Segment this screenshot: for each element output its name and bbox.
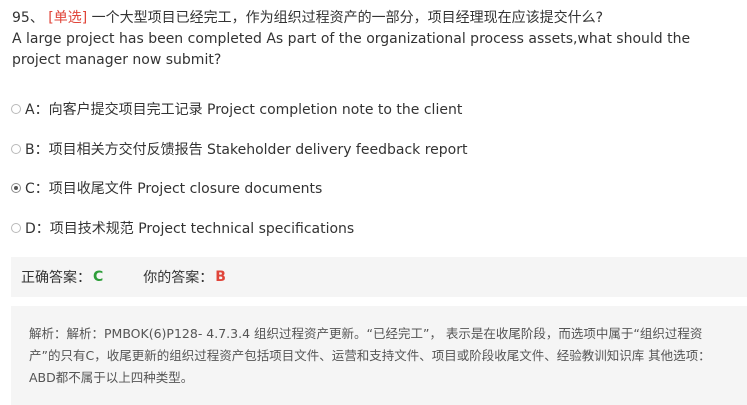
question-text-zh: 一个大型项目已经完工，作为组织过程资产的一部分，项目经理现在应该提交什么?: [91, 10, 604, 26]
options-list: A：向客户提交项目完工记录 Project completion note to…: [11, 98, 731, 256]
your-answer-value: B: [215, 269, 226, 285]
option-b[interactable]: B：项目相关方交付反馈报告 Stakeholder delivery feedb…: [11, 138, 731, 160]
correct-answer-label: 正确答案：: [21, 270, 91, 286]
radio-icon[interactable]: [11, 222, 21, 233]
option-label: C：项目收尾文件 Project closure documents: [25, 181, 323, 197]
question-number: 95、: [12, 10, 44, 26]
question-type-tag: [单选]: [48, 10, 88, 26]
option-c[interactable]: C：项目收尾文件 Project closure documents: [11, 177, 731, 199]
question: 95、 [单选] 一个大型项目已经完工，作为组织过程资产的一部分，项目经理现在应…: [12, 8, 740, 71]
your-answer-label: 你的答案：: [143, 270, 214, 286]
answer-bar: 正确答案： C 你的答案： B: [11, 257, 747, 297]
radio-checked-icon[interactable]: [11, 183, 21, 193]
option-label: D：项目技术规范 Project technical specification…: [25, 220, 355, 237]
analysis-text: 解析：解析：PMBOK(6)P128- 4.7.3.4 组织过程资产更新。“已经…: [29, 326, 711, 385]
radio-icon[interactable]: [11, 143, 21, 154]
correct-answer-value: C: [93, 269, 104, 285]
option-d[interactable]: D：项目技术规范 Project technical specification…: [11, 217, 731, 239]
radio-icon[interactable]: [11, 104, 21, 114]
option-a[interactable]: A：向客户提交项目完工记录 Project completion note to…: [11, 98, 731, 120]
option-label: B：项目相关方交付反馈报告 Stakeholder delivery feedb…: [25, 141, 468, 158]
option-label: A：向客户提交项目完工记录 Project completion note to…: [25, 102, 463, 118]
question-text-en: A large project has been completed As pa…: [12, 31, 691, 68]
analysis-panel: 解析：解析：PMBOK(6)P128- 4.7.3.4 组织过程资产更新。“已经…: [11, 306, 747, 405]
